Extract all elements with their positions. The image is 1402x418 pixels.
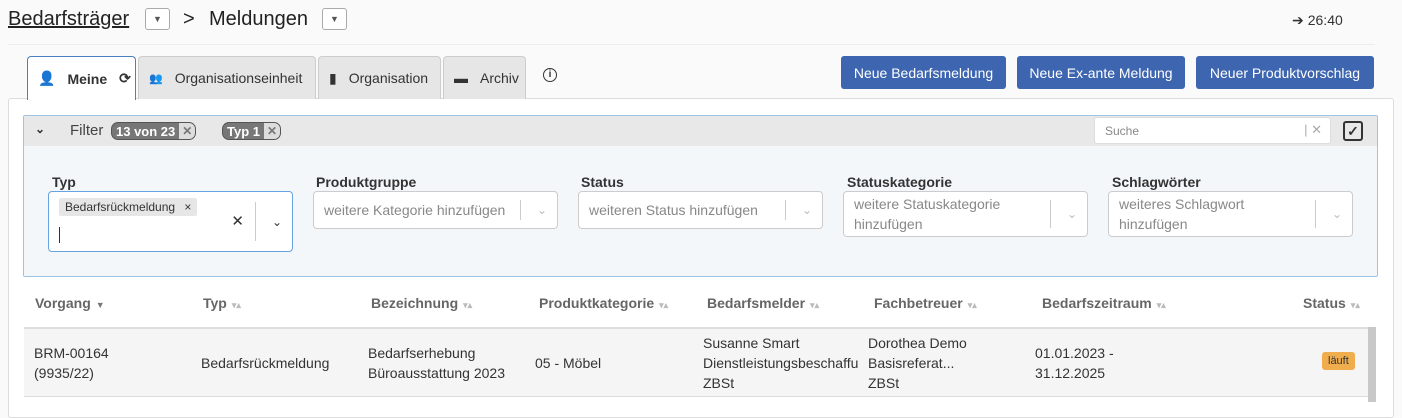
line: Susanne Smart <box>703 335 800 351</box>
header-text: Status <box>1303 295 1346 311</box>
tab-label: Archiv <box>480 70 519 86</box>
header-text: Bedarfszeitraum <box>1042 295 1152 311</box>
clear-icon[interactable]: ✕ <box>231 212 244 230</box>
divider <box>8 44 1375 45</box>
placeholder: weiteren Status hinzufügen <box>589 202 758 218</box>
chevron-down-icon[interactable]: ⌄ <box>272 215 282 229</box>
new-exante-button[interactable]: Neue Ex-ante Meldung <box>1017 56 1185 89</box>
line: ZBSt <box>868 375 900 391</box>
cell-vorgang: BRM-00164 (9935/22) <box>34 343 109 383</box>
new-demand-button[interactable]: Neue Bedarfsmeldung <box>841 56 1006 89</box>
column-header-bedarfsmelder[interactable]: Bedarfsmelder ▾▴ <box>707 295 819 311</box>
close-icon[interactable]: ✕ <box>264 123 281 139</box>
line: Bedarfserhebung <box>368 345 476 361</box>
scrollbar[interactable] <box>1368 327 1376 402</box>
badge-text: 13 von 23 <box>116 123 176 139</box>
breadcrumb-current: Meldungen <box>209 8 308 30</box>
search-input[interactable]: Suche | ✕ <box>1094 117 1331 144</box>
cell-bedarfsmelder: Susanne Smart Dienstleistungsbeschaffu ZBS… <box>703 333 861 393</box>
cell-produktkategorie: 05 - Möbel <box>535 355 602 371</box>
column-header-bedarfszeitraum[interactable]: Bedarfszeitraum ▾▴ <box>1042 295 1166 311</box>
cell-bedarfszeitraum: 01.01.2023 - 31.12.2025 <box>1035 343 1114 383</box>
chevron-down-icon: ⌄ <box>536 203 547 217</box>
line: (9935/22) <box>34 365 94 381</box>
filter-label: Filter <box>70 122 104 139</box>
schlagwoerter-label: Schlagwörter <box>1112 174 1201 190</box>
user-icon: 👤 <box>38 70 56 86</box>
status-label: Status <box>581 174 624 190</box>
typ-select[interactable]: Bedarfsrückmeldung × ✕ ⌄ <box>48 191 293 252</box>
close-icon[interactable]: ✕ <box>179 123 196 139</box>
clear-icon[interactable]: | ✕ <box>1304 122 1322 138</box>
logout-icon: ➔ <box>1292 12 1304 28</box>
statuskategorie-label: Statuskategorie <box>847 174 953 190</box>
cell-fachbetreuer: Dorothea Demo Basisreferat... ZBSt <box>868 333 967 393</box>
building-icon: ▮ <box>329 69 337 86</box>
placeholder: weitere Kategorie hinzufügen <box>324 202 506 218</box>
header-text: Vorgang <box>35 295 91 311</box>
status-select[interactable]: weiteren Status hinzufügen ⌄ <box>578 191 823 229</box>
header-text: Typ <box>203 295 227 311</box>
line: ZBSt <box>703 375 735 391</box>
schlagwoerter-select[interactable]: weiteres Schlagwort hinzufügen ⌄ <box>1108 191 1353 237</box>
header-text: Fachbetreuer <box>874 295 963 311</box>
session-timer[interactable]: ➔ 26:40 <box>1292 12 1343 29</box>
cell-bezeichnung: Bedarfserhebung Büroausstattung 2023 <box>368 343 505 383</box>
tab-organisationseinheit[interactable]: 👥 Organisationseinheit <box>138 56 316 99</box>
column-header-produktkategorie[interactable]: Produktkategorie ▾▴ <box>539 295 668 311</box>
filter-type-badge[interactable]: Typ 1 ✕ <box>222 122 282 140</box>
column-header-fachbetreuer[interactable]: Fachbetreuer ▾▴ <box>874 295 977 311</box>
chevron-down-icon: ⌄ <box>1066 207 1077 221</box>
collapse-chevron-icon[interactable]: ⌄ <box>35 122 45 136</box>
placeholder: weiteres Schlagwort hinzufügen <box>1119 196 1245 232</box>
typ-chip: Bedarfsrückmeldung × <box>59 198 198 216</box>
column-header-bezeichnung[interactable]: Bezeichnung ▾▴ <box>371 295 472 311</box>
header-text: Bezeichnung <box>371 295 459 311</box>
timer-text: 26:40 <box>1307 12 1343 28</box>
badge-text: Typ 1 <box>227 123 260 139</box>
header-text: Produktkategorie <box>539 295 655 311</box>
produktgruppe-label: Produktgruppe <box>316 174 417 190</box>
current-dropdown-button[interactable]: ▼ <box>322 8 347 30</box>
chevron-down-icon: ⌄ <box>801 203 812 217</box>
tab-meine[interactable]: 👤 Meine ⟳ <box>27 56 136 100</box>
info-icon[interactable]: i <box>543 68 557 82</box>
line: 31.12.2025 <box>1035 365 1106 381</box>
chip-remove-icon[interactable]: × <box>184 200 191 214</box>
tab-label: Organisation <box>348 70 429 86</box>
tab-organisation[interactable]: ▮ Organisation <box>318 56 441 99</box>
filter-count-badge[interactable]: 13 von 23 ✕ <box>111 122 197 140</box>
placeholder: weitere Statuskategorie hinzufügen <box>854 196 1001 232</box>
root-dropdown-button[interactable]: ▼ <box>145 8 170 30</box>
tab-label: Organisationseinheit <box>174 70 303 86</box>
column-header-typ[interactable]: Typ ▾▴ <box>203 295 241 311</box>
tab-archiv[interactable]: ▬ Archiv <box>443 56 526 99</box>
typ-label: Typ <box>52 174 76 190</box>
search-placeholder: Suche <box>1105 124 1140 138</box>
new-product-button[interactable]: Neuer Produktvorschlag <box>1196 56 1374 89</box>
select-all-checkbox[interactable]: ✓ <box>1343 121 1363 141</box>
chevron-down-icon: ⌄ <box>1331 207 1342 221</box>
status-badge: läuft <box>1322 352 1355 370</box>
tab-label: Meine <box>67 70 108 87</box>
statuskategorie-select[interactable]: weitere Statuskategorie hinzufügen ⌄ <box>843 191 1088 237</box>
header-text: Bedarfsmelder <box>707 295 806 311</box>
refresh-icon[interactable]: ⟳ <box>119 70 131 87</box>
line: Dienstleistungsbeschaffu <box>703 355 859 371</box>
line: Dorothea Demo <box>868 335 967 351</box>
column-header-vorgang[interactable]: Vorgang ▼ <box>35 295 105 311</box>
breadcrumb-root[interactable]: Bedarfsträger <box>8 8 129 31</box>
line: 01.01.2023 - <box>1035 345 1114 361</box>
column-header-status[interactable]: Status ▾▴ <box>1303 295 1360 311</box>
chip-text: Bedarfsrückmeldung <box>65 200 176 214</box>
cell-typ: Bedarfsrückmeldung <box>201 355 330 371</box>
archive-icon: ▬ <box>454 70 468 86</box>
line: BRM-00164 <box>34 345 109 361</box>
breadcrumb-separator-icon: > <box>183 8 195 30</box>
text-cursor <box>59 227 60 243</box>
line: Büroausstattung 2023 <box>368 365 505 381</box>
users-icon: 👥 <box>149 72 163 85</box>
produktgruppe-select[interactable]: weitere Kategorie hinzufügen ⌄ <box>313 191 558 229</box>
line: Basisreferat... <box>868 355 955 371</box>
